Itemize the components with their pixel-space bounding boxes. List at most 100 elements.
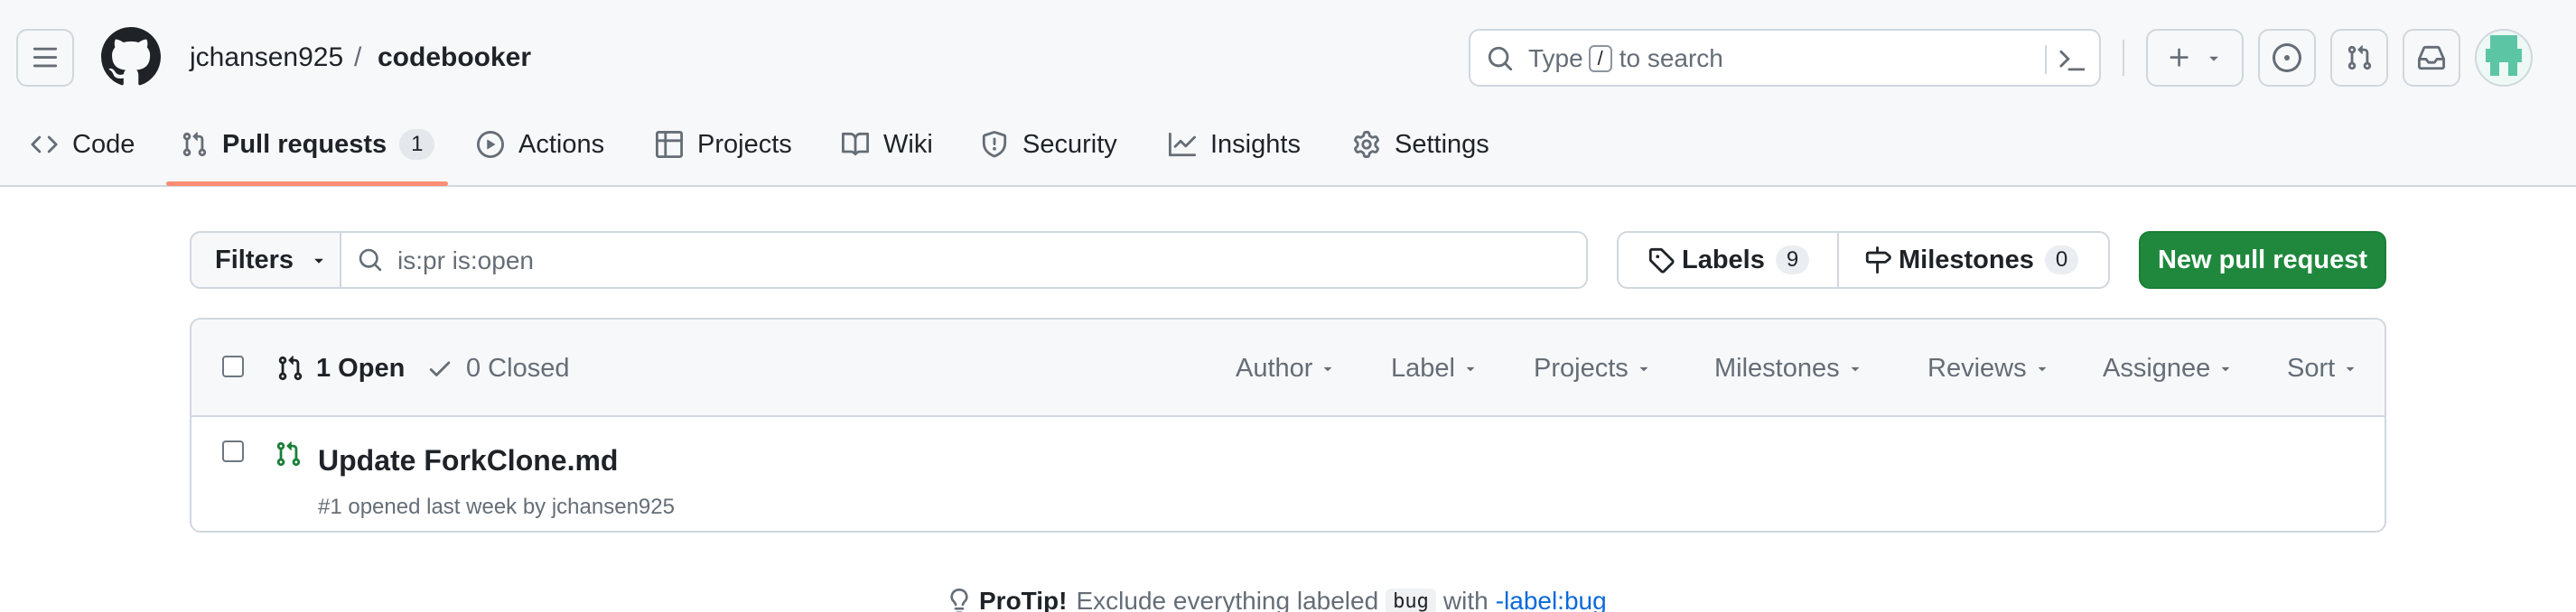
inbox-button[interactable] xyxy=(2403,29,2460,87)
protip-with: with xyxy=(1442,587,1489,612)
open-count-label: 1 Open xyxy=(316,353,406,383)
pull-requests-icon xyxy=(2347,45,2372,70)
row-select-checkbox[interactable] xyxy=(222,440,244,462)
tab-settings-label: Settings xyxy=(1395,129,1489,159)
code-icon xyxy=(31,135,58,153)
select-all-checkbox[interactable] xyxy=(222,356,244,377)
plus-icon xyxy=(2170,48,2189,67)
tab-insights[interactable]: Insights xyxy=(1169,125,1301,164)
sort-select[interactable]: Sort xyxy=(2287,350,2358,386)
protip-text: Exclude everything labeled xyxy=(1076,587,1379,612)
inbox-icon xyxy=(2418,45,2445,70)
chevron-down-icon xyxy=(1324,366,1332,372)
hamburger-menu-icon xyxy=(33,47,58,68)
milestones-count: 0 xyxy=(2044,246,2079,274)
tab-actions[interactable]: Actions xyxy=(477,125,604,164)
global-header: jchansen925 / codebooker Type / to searc… xyxy=(0,0,2576,187)
command-palette-icon[interactable] xyxy=(2058,47,2085,74)
active-tab-indicator xyxy=(166,181,448,186)
sort-label: Sort xyxy=(2287,353,2336,383)
light-bulb-icon xyxy=(950,589,968,612)
tab-code-label: Code xyxy=(72,129,135,159)
breadcrumb-separator: / xyxy=(354,42,362,72)
assignee-filter-label: Assignee xyxy=(2103,353,2211,383)
hamburger-menu-button[interactable] xyxy=(16,29,74,87)
chevron-down-icon xyxy=(2347,366,2355,372)
tab-pull-requests[interactable]: Pull requests 1 xyxy=(181,125,435,164)
closed-count-label: 0 Closed xyxy=(466,353,570,383)
filter-query-value: is:pr is:open xyxy=(397,246,534,274)
chevron-down-icon xyxy=(1466,366,1475,372)
pull-request-meta: #1 opened last week by jchansen925 xyxy=(318,495,675,519)
milestones-button[interactable]: Milestones 0 xyxy=(1839,233,2108,287)
chevron-down-icon xyxy=(314,258,323,264)
tag-icon xyxy=(1648,247,1675,274)
pull-requests-counter: 1 xyxy=(399,129,435,160)
search-divider xyxy=(2045,45,2047,74)
pull-request-title-link[interactable]: Update ForkClone.md xyxy=(318,444,618,478)
tab-projects[interactable]: Projects xyxy=(656,125,792,164)
tab-wiki[interactable]: Wiki xyxy=(842,125,933,164)
header-divider xyxy=(2123,40,2124,76)
user-avatar[interactable] xyxy=(2475,29,2533,87)
milestones-label: Milestones xyxy=(1899,245,2034,274)
chevron-down-icon xyxy=(2209,56,2218,61)
labels-label: Labels xyxy=(1682,245,1765,274)
pull-request-row: Update ForkClone.md #1 opened last week … xyxy=(191,417,2385,531)
author-filter-label: Author xyxy=(1236,353,1313,383)
reviews-filter-select[interactable]: Reviews xyxy=(1927,350,2050,386)
git-pull-request-icon xyxy=(182,132,207,157)
tab-settings[interactable]: Settings xyxy=(1353,125,1489,164)
tab-wiki-label: Wiki xyxy=(883,129,933,159)
projects-filter-label: Projects xyxy=(1534,353,1629,383)
label-filter-label: Label xyxy=(1391,353,1455,383)
assignee-filter-select[interactable]: Assignee xyxy=(2103,350,2234,386)
issues-icon xyxy=(2273,43,2301,72)
protip: ProTip! Exclude everything labeled bug w… xyxy=(947,587,1607,612)
list-header: 1 Open 0 Closed Author Label Projects Mi… xyxy=(191,320,2385,417)
identicon-icon xyxy=(2477,31,2531,85)
filters-label: Filters xyxy=(215,245,294,274)
github-logo-icon[interactable] xyxy=(101,27,161,87)
tab-actions-label: Actions xyxy=(518,129,605,159)
labels-count: 9 xyxy=(1775,246,1810,274)
tab-projects-label: Projects xyxy=(697,129,792,159)
tab-code[interactable]: Code xyxy=(31,125,135,164)
author-filter-select[interactable]: Author xyxy=(1236,350,1336,386)
chevron-down-icon xyxy=(1639,366,1647,372)
labels-milestones-group: Labels 9 Milestones 0 xyxy=(1617,231,2110,289)
chevron-down-icon xyxy=(2038,366,2046,372)
issues-button[interactable] xyxy=(2258,29,2316,87)
breadcrumb-owner[interactable]: jchansen925 xyxy=(190,40,343,76)
book-icon xyxy=(842,132,869,156)
search-suffix: to search xyxy=(1619,44,1723,72)
projects-filter-select[interactable]: Projects xyxy=(1534,350,1652,386)
pull-requests-button[interactable] xyxy=(2330,29,2388,87)
closed-filter-link[interactable]: 0 Closed xyxy=(426,350,569,386)
filter-search-input[interactable]: is:pr is:open xyxy=(341,233,1586,287)
labels-button[interactable]: Labels 9 xyxy=(1619,233,1839,287)
tab-security[interactable]: Security xyxy=(981,125,1117,164)
filters-bar: Filters is:pr is:open xyxy=(190,231,1588,289)
tab-insights-label: Insights xyxy=(1210,129,1301,159)
milestones-filter-select[interactable]: Milestones xyxy=(1714,350,1863,386)
new-pull-request-button[interactable]: New pull request xyxy=(2139,231,2386,289)
chevron-down-icon xyxy=(2222,366,2230,372)
global-search-input[interactable]: Type / to search xyxy=(1469,29,2101,87)
protip-link[interactable]: -label:bug xyxy=(1496,587,1607,612)
protip-heading: ProTip! xyxy=(979,587,1068,612)
search-icon xyxy=(1488,46,1513,71)
open-filter-link[interactable]: 1 Open xyxy=(276,350,405,386)
tab-security-label: Security xyxy=(1022,129,1117,159)
filters-button[interactable]: Filters xyxy=(191,233,341,287)
create-new-button[interactable] xyxy=(2146,29,2244,87)
search-icon xyxy=(359,248,382,272)
table-icon xyxy=(656,131,683,158)
graph-icon xyxy=(1169,132,1196,157)
breadcrumb-repo[interactable]: codebooker xyxy=(378,40,531,76)
search-shortcut-key: / xyxy=(1588,45,1612,72)
play-icon xyxy=(477,131,504,158)
reviews-filter-label: Reviews xyxy=(1927,353,2027,383)
gear-icon xyxy=(1354,131,1379,158)
label-filter-select[interactable]: Label xyxy=(1391,350,1479,386)
